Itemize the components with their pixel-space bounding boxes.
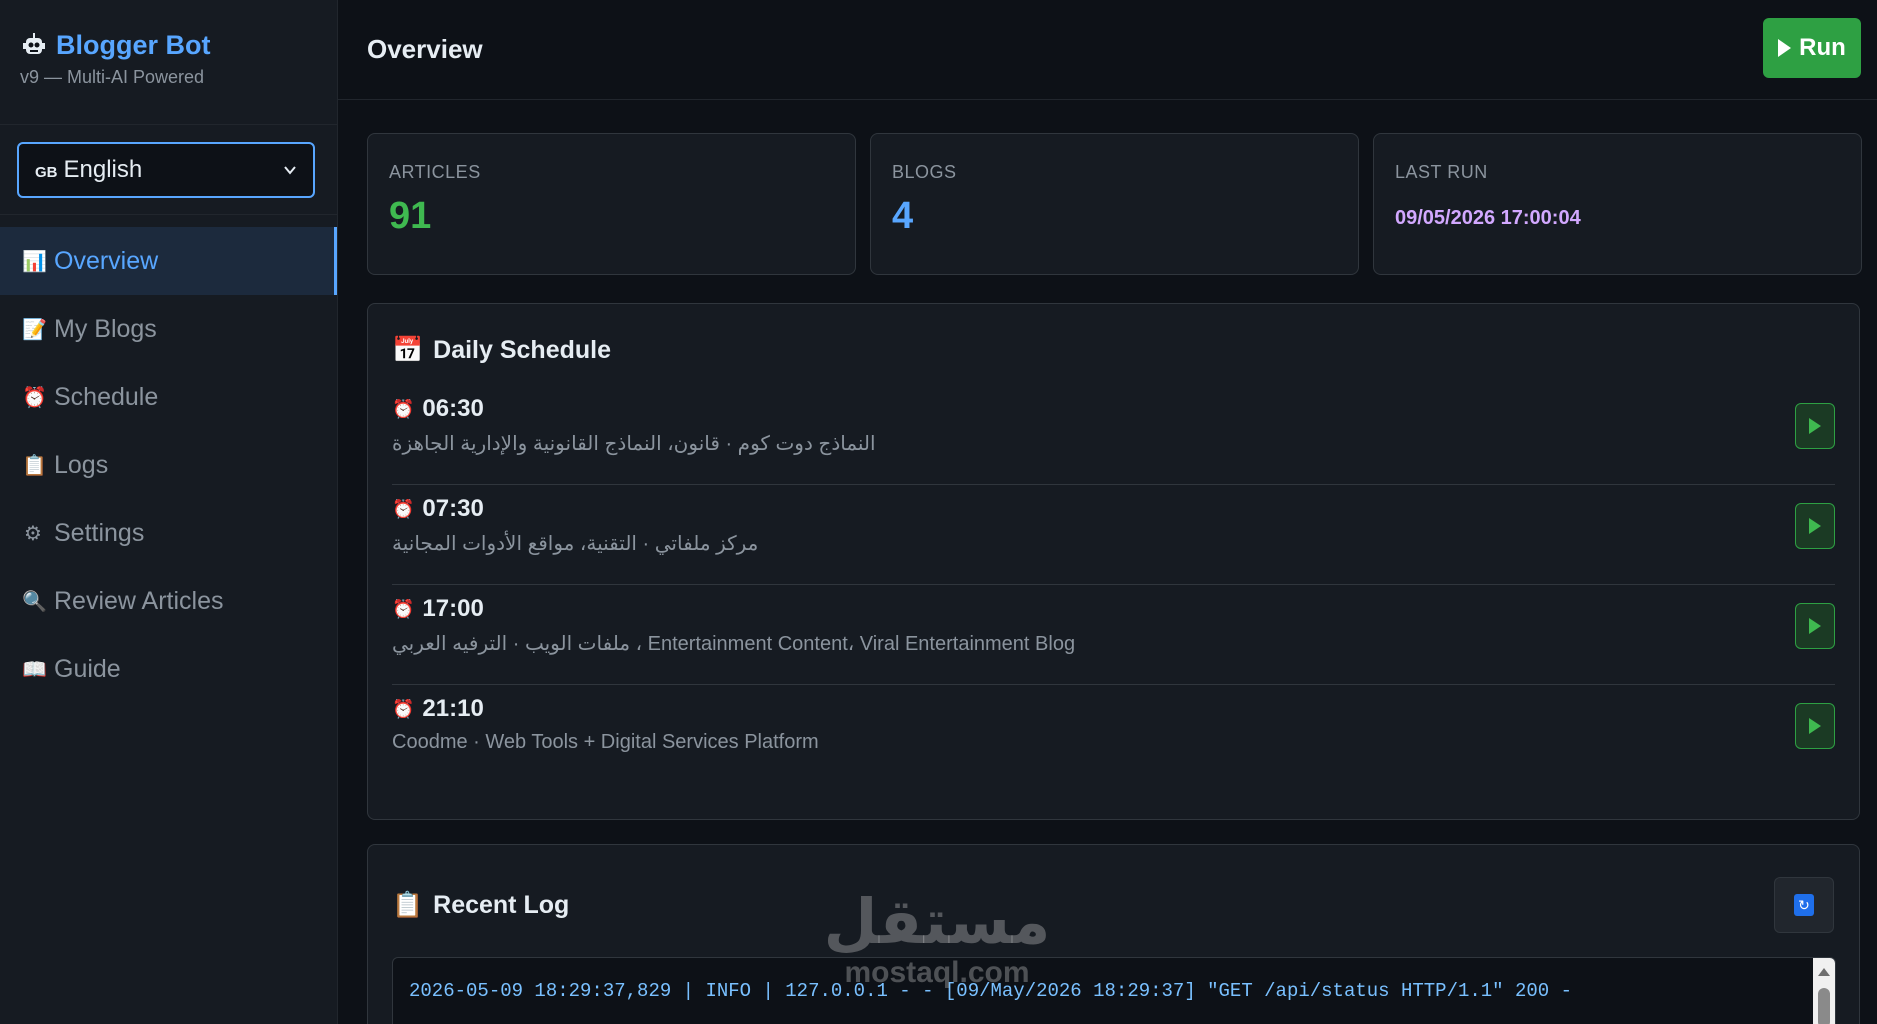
- log-scrollbar[interactable]: [1813, 958, 1835, 1024]
- schedule-time-value: 17:00: [422, 595, 484, 622]
- refresh-icon: ↻: [1794, 894, 1814, 916]
- play-icon: [1778, 39, 1792, 57]
- run-button-label: Run: [1799, 34, 1846, 61]
- bar-chart-icon: 📊: [22, 250, 47, 273]
- log-output[interactable]: 2026-05-09 18:29:37,829 | INFO | 127.0.0…: [392, 957, 1836, 1024]
- sidebar-item-label: Schedule: [54, 382, 159, 411]
- run-now-button[interactable]: [1795, 603, 1835, 649]
- book-icon: 📖: [22, 658, 47, 681]
- sidebar-item-overview[interactable]: 📊 Overview: [0, 227, 337, 295]
- scroll-thumb[interactable]: [1818, 988, 1830, 1024]
- play-icon: [1809, 418, 1821, 434]
- recent-log-card: 📋 Recent Log ↻ 2026-05-09 18:29:37,829 |…: [367, 844, 1860, 1024]
- play-icon: [1809, 718, 1821, 734]
- schedule-item: ⏰ 17:00 ملفات الويب · الترفيه العربي ، E…: [392, 585, 1835, 685]
- alarm-clock-icon: ⏰: [392, 498, 415, 519]
- card-title: 📋 Recent Log: [392, 891, 569, 920]
- clipboard-icon: 📋: [392, 891, 424, 919]
- sidebar-item-label: Overview: [54, 246, 159, 275]
- refresh-log-button[interactable]: ↻: [1774, 877, 1834, 933]
- alarm-clock-icon: ⏰: [22, 386, 47, 409]
- flag-icon: GB: [35, 164, 58, 181]
- schedule-item: ⏰ 21:10 Coodme · Web Tools + Digital Ser…: [392, 685, 1835, 785]
- schedule-time-value: 07:30: [422, 495, 484, 522]
- brand: Blogger Bot v9 — Multi-AI Powered: [0, 0, 337, 125]
- gear-icon: ⚙: [24, 522, 42, 545]
- schedule-list: ⏰ 06:30 النماذج دوت كوم · قانون، النماذج…: [392, 385, 1835, 785]
- schedule-time: ⏰ 06:30: [392, 395, 1835, 423]
- chevron-down-icon: [284, 166, 296, 175]
- card-title: 📅 Daily Schedule: [392, 336, 1835, 365]
- daily-schedule-card: 📅 Daily Schedule ⏰ 06:30 النماذج دوت كوم…: [367, 303, 1860, 820]
- alarm-clock-icon: ⏰: [392, 398, 415, 419]
- schedule-time-value: 06:30: [422, 395, 484, 422]
- sidebar-item-label: Guide: [54, 654, 121, 683]
- calendar-icon: 📅: [392, 336, 424, 364]
- sidebar: Blogger Bot v9 — Multi-AI Powered GB Engl…: [0, 0, 338, 1024]
- top-bar: Overview Run: [338, 0, 1877, 100]
- brand-title: Blogger Bot: [20, 30, 317, 61]
- language-section: GB English: [0, 125, 337, 215]
- app-name: Blogger Bot: [56, 30, 211, 60]
- run-now-button[interactable]: [1795, 703, 1835, 749]
- run-now-button[interactable]: [1795, 503, 1835, 549]
- schedule-time-value: 21:10: [422, 695, 484, 722]
- page-title: Overview: [367, 34, 483, 64]
- schedule-description: مركز ملفاتي · التقنية، مواقع الأدوات الم…: [392, 533, 759, 555]
- play-icon: [1809, 618, 1821, 634]
- sidebar-item-review-articles[interactable]: 🔍 Review Articles: [0, 567, 337, 635]
- run-button[interactable]: Run: [1763, 18, 1861, 78]
- memo-icon: 📝: [22, 318, 47, 341]
- magnifier-icon: 🔍: [22, 590, 47, 613]
- stat-value: 91: [389, 195, 432, 237]
- schedule-description: النماذج دوت كوم · قانون، النماذج القانون…: [392, 433, 876, 455]
- sidebar-item-label: Logs: [54, 450, 109, 479]
- stat-card-last-run: LAST RUN 09/05/2026 17:00:04: [1373, 133, 1862, 275]
- stat-label: BLOGS: [892, 162, 957, 182]
- sidebar-item-schedule[interactable]: ⏰ Schedule: [0, 363, 337, 431]
- clipboard-icon: 📋: [22, 454, 47, 477]
- run-now-button[interactable]: [1795, 403, 1835, 449]
- sidebar-item-label: My Blogs: [54, 314, 157, 343]
- play-icon: [1809, 518, 1821, 534]
- schedule-item: ⏰ 06:30 النماذج دوت كوم · قانون، النماذج…: [392, 385, 1835, 485]
- sidebar-item-label: Review Articles: [54, 586, 224, 615]
- robot-icon: [23, 32, 45, 54]
- stats-row: ARTICLES 91 BLOGS 4 LAST RUN 09/05/2026 …: [367, 133, 1862, 275]
- sidebar-item-settings[interactable]: ⚙ Settings: [0, 499, 337, 567]
- schedule-time: ⏰ 07:30: [392, 495, 1835, 523]
- schedule-item: ⏰ 07:30 مركز ملفاتي · التقنية، مواقع الأ…: [392, 485, 1835, 585]
- stat-value: 09/05/2026 17:00:04: [1395, 207, 1581, 229]
- stat-label: LAST RUN: [1395, 162, 1488, 182]
- log-title: Recent Log: [433, 891, 570, 919]
- sidebar-nav: 📊 Overview 📝 My Blogs ⏰ Schedule 📋 Logs …: [0, 215, 337, 703]
- alarm-clock-icon: ⏰: [392, 698, 415, 719]
- sidebar-item-label: Settings: [54, 518, 145, 547]
- language-label: English: [63, 156, 143, 183]
- schedule-description: Coodme · Web Tools + Digital Services Pl…: [392, 731, 819, 753]
- sidebar-item-my-blogs[interactable]: 📝 My Blogs: [0, 295, 337, 363]
- language-select[interactable]: GB English: [17, 142, 315, 198]
- stat-card-articles: ARTICLES 91: [367, 133, 856, 275]
- stat-card-blogs: BLOGS 4: [870, 133, 1359, 275]
- language-value: GB English: [35, 156, 142, 184]
- sidebar-item-guide[interactable]: 📖 Guide: [0, 635, 337, 703]
- log-line: 2026-05-09 18:29:37,829 | INFO | 127.0.0…: [409, 980, 1572, 1002]
- schedule-time: ⏰ 17:00: [392, 595, 1835, 623]
- sidebar-item-logs[interactable]: 📋 Logs: [0, 431, 337, 499]
- stat-label: ARTICLES: [389, 162, 481, 182]
- alarm-clock-icon: ⏰: [392, 598, 415, 619]
- schedule-title: Daily Schedule: [433, 336, 611, 364]
- schedule-description: ملفات الويب · الترفيه العربي ، Entertain…: [392, 633, 1076, 655]
- app-subtitle: v9 — Multi-AI Powered: [20, 67, 205, 87]
- scroll-up-arrow-icon[interactable]: [1818, 968, 1830, 976]
- schedule-time: ⏰ 21:10: [392, 695, 1835, 723]
- stat-value: 4: [892, 195, 914, 237]
